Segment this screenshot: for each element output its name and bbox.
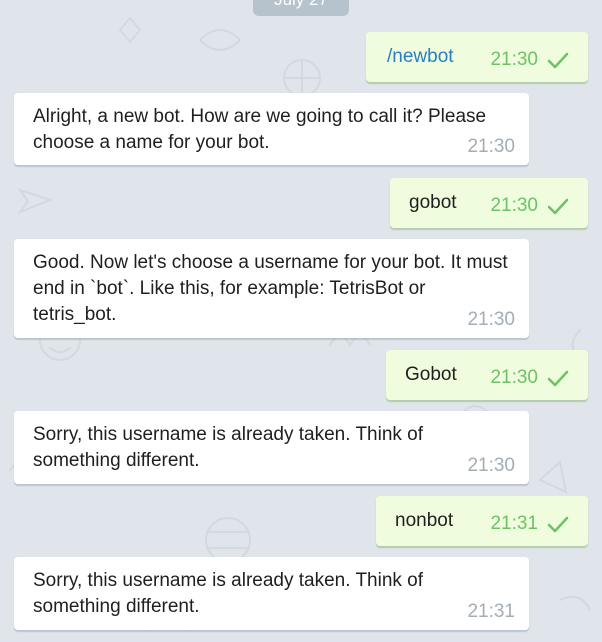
check-icon [547, 52, 569, 69]
check-icon [547, 516, 569, 533]
check-icon [547, 198, 569, 215]
message-text: Gobot [405, 364, 457, 385]
message-time: 21:31 [467, 601, 515, 622]
outgoing-message[interactable]: /newbot 21:30 [366, 32, 588, 82]
message-text: Sorry, this username is already taken. T… [33, 570, 424, 617]
message-time: 21:30 [467, 309, 515, 330]
outgoing-message[interactable]: gobot 21:30 [390, 178, 588, 228]
message-text: Good. Now let's choose a username for yo… [33, 252, 508, 325]
incoming-message[interactable]: Sorry, this username is already taken. T… [14, 411, 529, 484]
message-text: nonbot [395, 510, 454, 531]
incoming-message[interactable]: Good. Now let's choose a username for yo… [14, 239, 529, 338]
message-time: 21:30 [490, 367, 538, 388]
message-text: gobot [409, 192, 457, 213]
bot-command-link[interactable]: /newbot [387, 44, 454, 70]
message-time: 21:30 [467, 136, 515, 157]
message-text: Sorry, this username is already taken. T… [33, 424, 424, 471]
date-divider: July 27 [253, 0, 349, 16]
check-icon [547, 370, 569, 387]
outgoing-message[interactable]: nonbot 21:31 [376, 496, 588, 546]
message-time: 21:30 [467, 455, 515, 476]
message-time: 21:30 [490, 195, 538, 216]
incoming-message[interactable]: Sorry, this username is already taken. T… [14, 557, 529, 630]
message-time: 21:31 [490, 513, 538, 534]
message-text: Alright, a new bot. How are we going to … [33, 106, 487, 153]
incoming-message[interactable]: Alright, a new bot. How are we going to … [14, 93, 529, 165]
message-time: 21:30 [490, 49, 538, 70]
outgoing-message[interactable]: Gobot 21:30 [386, 350, 588, 400]
